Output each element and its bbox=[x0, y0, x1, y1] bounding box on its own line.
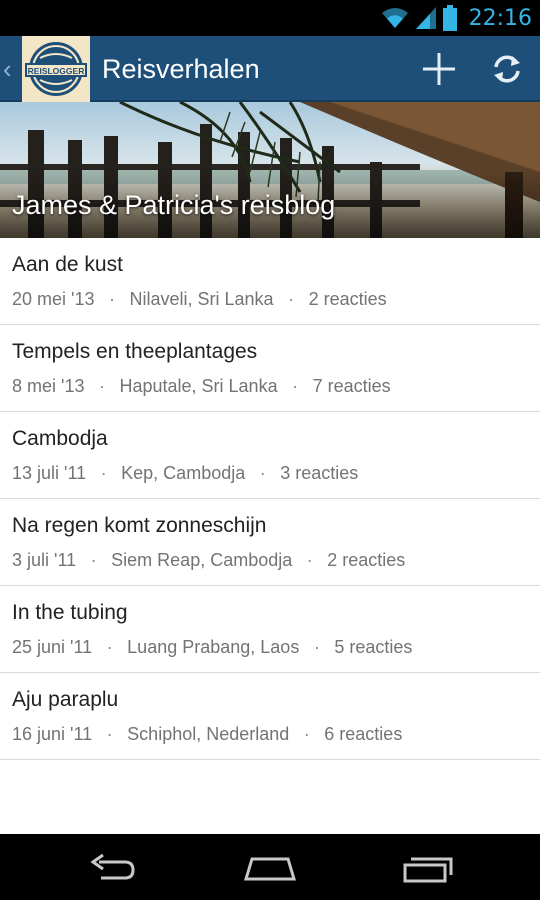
post-meta: 16 juni '11 · Schiphol, Nederland · 6 reacti… bbox=[12, 721, 540, 747]
separator-dot: · bbox=[303, 724, 310, 744]
separator-dot: · bbox=[306, 550, 313, 570]
post-location: Kep, Cambodja bbox=[121, 463, 246, 483]
add-icon bbox=[423, 53, 455, 85]
add-button[interactable] bbox=[416, 46, 462, 92]
separator-dot: · bbox=[288, 289, 295, 309]
list-empty-space bbox=[0, 760, 540, 836]
post-reactions: 5 reacties bbox=[334, 637, 413, 657]
post-title: Tempels en theeplantages bbox=[12, 340, 258, 363]
back-button[interactable] bbox=[77, 846, 147, 890]
post-date: 25 juni '11 bbox=[12, 637, 93, 657]
blog-header-image[interactable]: James & Patricia's reisblog bbox=[0, 102, 540, 238]
separator-dot: · bbox=[100, 463, 107, 483]
status-bar: 22:16 bbox=[0, 0, 540, 36]
post-meta: 3 juli '11 · Siem Reap, Cambodja · 2 reactie… bbox=[12, 547, 540, 573]
post-title: Aju paraplu bbox=[12, 688, 119, 711]
post-location: Haputale, Sri Lanka bbox=[119, 376, 278, 396]
post-location: Schiphol, Nederland bbox=[127, 724, 290, 744]
post-meta: 8 mei '13 · Haputale, Sri Lanka · 7 reacties bbox=[12, 373, 540, 399]
list-item[interactable]: Na regen komt zonneschijn 3 juli '11 · Sie… bbox=[0, 499, 540, 586]
separator-dot: · bbox=[313, 637, 320, 657]
app-logo[interactable]: REISLOGGER bbox=[22, 36, 90, 106]
separator-dot: · bbox=[292, 376, 299, 396]
post-date: 16 juni '11 bbox=[12, 724, 93, 744]
up-caret-icon[interactable]: ‹ bbox=[3, 54, 12, 84]
wifi-icon bbox=[381, 8, 408, 28]
post-reactions: 2 reacties bbox=[327, 550, 406, 570]
post-location: Nilaveli, Sri Lanka bbox=[129, 289, 274, 309]
post-title: In the tubing bbox=[12, 601, 128, 624]
refresh-icon bbox=[494, 55, 520, 83]
separator-dot: · bbox=[106, 637, 113, 657]
navigation-bar bbox=[0, 834, 540, 900]
clock: 22:16 bbox=[468, 5, 532, 31]
post-reactions: 2 reacties bbox=[308, 289, 387, 309]
page-title: Reisverhalen bbox=[102, 54, 260, 84]
post-reactions: 6 reacties bbox=[324, 724, 403, 744]
separator-dot: · bbox=[259, 463, 266, 483]
post-date: 3 juli '11 bbox=[12, 550, 77, 570]
post-title: Cambodja bbox=[12, 427, 108, 450]
home-button[interactable] bbox=[235, 846, 305, 890]
blog-title: James & Patricia's reisblog bbox=[12, 190, 336, 220]
svg-text:REISLOGGER: REISLOGGER bbox=[28, 66, 85, 76]
post-list: Aan de kust 20 mei '13 · Nilaveli, Sri Lan… bbox=[0, 238, 540, 834]
post-location: Siem Reap, Cambodja bbox=[111, 550, 293, 570]
post-reactions: 3 reacties bbox=[280, 463, 359, 483]
back-icon bbox=[90, 853, 135, 880]
signal-icon bbox=[415, 7, 436, 29]
post-date: 13 juli '11 bbox=[12, 463, 87, 483]
separator-dot: · bbox=[109, 289, 115, 309]
action-bar: ‹ REISLOGGER Reisverhalen bbox=[0, 36, 540, 106]
post-reactions: 7 reacties bbox=[312, 376, 391, 396]
post-meta: 13 juli '11 · Kep, Cambodja · 3 reacties bbox=[12, 460, 540, 486]
post-meta: 20 mei '13 · Nilaveli, Sri Lanka · 2 reactie… bbox=[12, 286, 540, 312]
reislogger-logo-icon: REISLOGGER bbox=[25, 42, 87, 96]
list-item[interactable]: Cambodja 13 juli '11 · Kep, Cambodja · 3 rea… bbox=[0, 412, 540, 499]
separator-dot: · bbox=[106, 724, 113, 744]
post-title: Na regen komt zonneschijn bbox=[12, 514, 267, 537]
list-item[interactable]: In the tubing 25 juni '11 · Luang Prabang,… bbox=[0, 586, 540, 673]
separator-dot: · bbox=[90, 550, 97, 570]
status-icons: 22:16 bbox=[381, 4, 532, 32]
battery-icon bbox=[442, 5, 457, 31]
recent-apps-button[interactable] bbox=[393, 846, 463, 890]
list-item[interactable]: Aan de kust 20 mei '13 · Nilaveli, Sri Lan… bbox=[0, 238, 540, 325]
recent-apps-icon bbox=[403, 857, 453, 883]
separator-dot: · bbox=[98, 376, 105, 396]
post-date: 8 mei '13 bbox=[12, 376, 85, 396]
post-meta: 25 juni '11 · Luang Prabang, Laos · 5 reacti… bbox=[12, 634, 540, 660]
post-location: Luang Prabang, Laos bbox=[127, 637, 300, 657]
refresh-button[interactable] bbox=[484, 46, 530, 92]
post-date: 20 mei '13 bbox=[12, 289, 95, 309]
list-item[interactable]: Aju paraplu 16 juni '11 · Schiphol, Nederl… bbox=[0, 673, 540, 760]
post-title: Aan de kust bbox=[12, 253, 123, 276]
list-item[interactable]: Tempels en theeplantages 8 mei '13 · Haput… bbox=[0, 325, 540, 412]
home-icon bbox=[243, 857, 297, 881]
